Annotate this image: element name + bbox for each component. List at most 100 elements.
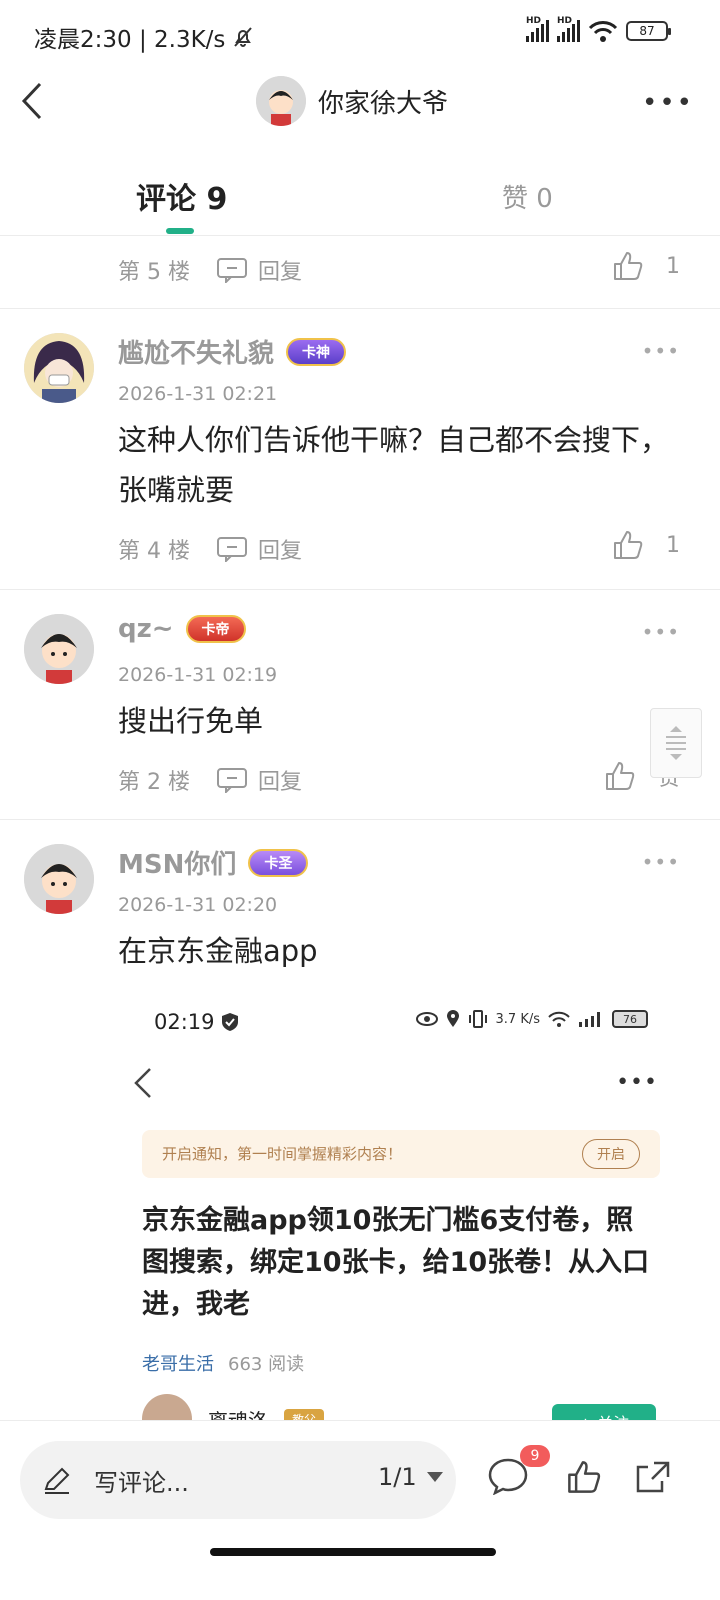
like-button[interactable]: 1	[612, 250, 680, 282]
write-comment-input[interactable]: 写评论... 1/1	[20, 1441, 456, 1519]
like-count: 1	[666, 532, 680, 558]
avatar[interactable]	[24, 614, 94, 684]
post-author-name: 离魂洛	[208, 1405, 268, 1421]
chevron-down-icon	[670, 754, 682, 760]
floor-label: 第 5 楼	[118, 260, 190, 285]
back-arrow-icon[interactable]	[18, 80, 48, 122]
more-options-icon[interactable]: •••	[642, 88, 694, 118]
comment-header: 尴尬不失礼貌 卡神	[118, 333, 347, 370]
reply-button[interactable]: 回复	[216, 764, 302, 796]
comment-text: 搜出行免单	[118, 704, 264, 738]
comment-header: MSN你们 卡圣	[118, 844, 309, 881]
reply-icon	[216, 258, 247, 283]
embedded-status-right: 3.7 K/s 76	[415, 1010, 648, 1028]
reply-label: 回复	[257, 770, 302, 795]
wifi-icon	[588, 21, 618, 42]
page-indicator: 1/1	[378, 1463, 417, 1491]
tab-bar: 评论 9 赞 0	[0, 160, 720, 236]
thumbs-up-icon	[605, 762, 635, 790]
comment-time: 2026-1-31 02:21	[118, 383, 278, 405]
back-arrow-icon	[134, 1068, 151, 1098]
like-count: 1	[666, 253, 680, 279]
shield-icon	[221, 1013, 238, 1031]
comment-more-icon[interactable]: •••	[642, 850, 680, 874]
eye-icon	[415, 1012, 438, 1026]
level-badge: 教父	[284, 1408, 325, 1420]
status-time-speed: 凌晨2:30 | 2.3K/s	[34, 27, 226, 53]
embedded-status-time: 02:19	[154, 1010, 239, 1034]
reply-label: 回复	[257, 260, 302, 285]
comment-more-icon[interactable]: •••	[642, 620, 680, 644]
comment-time: 2026-1-31 02:19	[118, 664, 278, 686]
avatar[interactable]	[24, 333, 94, 403]
bell-off-icon	[234, 27, 253, 47]
username[interactable]: qz~	[118, 614, 174, 644]
username[interactable]: 尴尬不失礼貌	[118, 333, 274, 370]
avatar	[256, 76, 306, 126]
comment-time: 2026-1-31 02:20	[118, 894, 278, 916]
comment-count-badge: 9	[520, 1445, 550, 1467]
fast-scroll-handle[interactable]	[650, 708, 702, 778]
comment-footer: 第 4 楼 回复	[118, 533, 302, 565]
post-title: 京东金融app领10张无门槛6支付卷，照图搜索，绑定10张卡，给10张卷！从入口…	[142, 1205, 650, 1320]
signal-icon-2: HD	[557, 16, 580, 42]
bottom-action-bar: 写评论... 1/1 9	[0, 1420, 720, 1600]
reply-button[interactable]: 回复	[216, 254, 302, 286]
page-selector[interactable]: 1/1	[378, 1463, 443, 1491]
reply-icon	[216, 768, 247, 793]
write-comment-placeholder: 写评论...	[94, 1469, 189, 1497]
like-button[interactable]: 1	[612, 529, 680, 561]
comment-item: 尴尬不失礼貌 卡神 ••• 2026-1-31 02:21 这种人你们告诉他干嘛…	[0, 309, 720, 590]
comment-item: qz~ 卡帝 ••• 2026-1-31 02:19 搜出行免单 第 2 楼 回…	[0, 590, 720, 820]
caret-down-icon	[426, 1472, 443, 1482]
comment-text: 在京东金融app	[118, 934, 318, 968]
more-options-icon: •••	[616, 1070, 658, 1095]
comment-footer: 第 5 楼 回复	[118, 254, 302, 286]
notice-text: 开启通知，第一时间掌握精彩内容！	[162, 1145, 403, 1163]
comment-more-icon[interactable]: •••	[642, 339, 680, 363]
embedded-battery: 76	[612, 1010, 648, 1028]
comment-header: qz~ 卡帝	[118, 614, 246, 644]
comment-text: 这种人你们告诉他干嘛？自己都不会搜下，张嘴就要	[118, 423, 670, 507]
notice-enable-button: 开启	[582, 1139, 640, 1169]
signal-icon	[579, 1012, 600, 1027]
comment-footer: 第 2 楼 回复	[118, 764, 302, 796]
reply-icon	[216, 537, 247, 562]
level-badge: 卡帝	[185, 615, 246, 643]
reply-label: 回复	[257, 539, 302, 564]
share-icon[interactable]	[634, 1459, 672, 1495]
top-nav: 你家徐大爷 •••	[0, 70, 720, 134]
wifi-icon	[548, 1011, 570, 1027]
floor-label: 第 4 楼	[118, 539, 190, 564]
level-badge: 卡圣	[248, 848, 309, 877]
avatar[interactable]	[24, 844, 94, 914]
username[interactable]: MSN你们	[118, 844, 236, 881]
post-category: 老哥生活	[142, 1354, 214, 1375]
status-bar: 凌晨2:30 | 2.3K/s HD HD 87	[0, 0, 720, 70]
tab-comments[interactable]: 评论 9	[136, 174, 227, 218]
thumbs-up-icon	[614, 252, 643, 280]
read-count: 663 阅读	[228, 1354, 305, 1375]
comment-item: 第 5 楼 回复 1	[0, 236, 720, 309]
chevron-up-icon	[670, 726, 682, 732]
pencil-icon	[44, 1467, 70, 1494]
home-indicator[interactable]	[210, 1548, 496, 1556]
notification-banner: 开启通知，第一时间掌握精彩内容！ 开启	[142, 1130, 660, 1178]
post-meta: 老哥生活 663 阅读	[142, 1350, 304, 1376]
thumbs-up-icon[interactable]	[566, 1459, 602, 1495]
status-left: 凌晨2:30 | 2.3K/s	[34, 20, 255, 54]
location-icon	[446, 1010, 459, 1027]
page-title: 你家徐大爷	[318, 88, 449, 119]
avatar	[142, 1394, 192, 1420]
reply-button[interactable]: 回复	[216, 533, 302, 565]
tab-indicator	[166, 228, 194, 234]
battery-indicator: 87	[626, 21, 671, 41]
signal-icon: HD	[526, 16, 549, 42]
vibrate-icon	[468, 1010, 487, 1028]
thumbs-up-icon	[614, 531, 643, 559]
comment-image[interactable]: 02:19 3.7 K/s 76 ••• 开启通知，第一时间掌握精彩内容！ 开启…	[118, 990, 688, 1420]
net-speed: 3.7 K/s	[495, 1011, 540, 1027]
header-user[interactable]: 你家徐大爷	[256, 76, 448, 126]
tab-likes[interactable]: 赞 0	[502, 178, 553, 215]
floor-label: 第 2 楼	[118, 770, 190, 795]
